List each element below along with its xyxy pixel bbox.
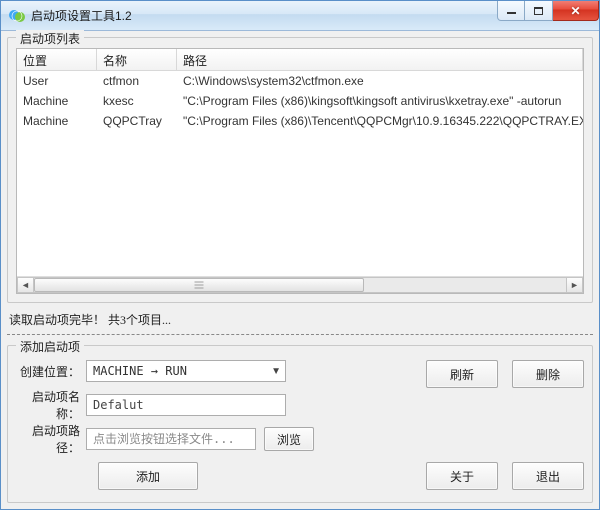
about-button[interactable]: 关于 — [426, 462, 498, 490]
scroll-thumb[interactable] — [34, 278, 364, 292]
list-header[interactable]: 位置 名称 路径 — [17, 49, 583, 71]
list-body[interactable]: UserctfmonC:\Windows\system32\ctfmon.exe… — [17, 71, 583, 276]
window-title: 启动项设置工具1.2 — [31, 7, 132, 24]
cell-location: Machine — [17, 91, 97, 111]
client-area: 启动项列表 位置 名称 路径 UserctfmonC:\Windows\syst… — [7, 37, 593, 503]
location-label: 创建位置： — [16, 363, 86, 380]
add-startup-group: 添加启动项 创建位置： MACHINE → RUN ▼ 启动项名称： — [7, 345, 593, 503]
path-input[interactable] — [86, 428, 256, 450]
startup-list-legend: 启动项列表 — [16, 30, 84, 47]
table-row[interactable]: UserctfmonC:\Windows\system32\ctfmon.exe — [17, 71, 583, 91]
cell-path: C:\Windows\system32\ctfmon.exe — [177, 71, 583, 91]
path-label: 启动项路径： — [16, 422, 86, 456]
cell-path: "C:\Program Files (x86)\kingsoft\kingsof… — [177, 91, 583, 111]
scroll-track[interactable] — [34, 277, 566, 293]
delete-button[interactable]: 删除 — [512, 360, 584, 388]
minimize-button[interactable] — [497, 1, 525, 21]
app-icon — [9, 8, 25, 24]
location-combobox[interactable]: MACHINE → RUN ▼ — [86, 360, 286, 382]
horizontal-scrollbar[interactable]: ◄ ► — [17, 276, 583, 293]
maximize-button[interactable] — [525, 1, 553, 21]
table-row[interactable]: MachineQQPCTray"C:\Program Files (x86)\T… — [17, 111, 583, 131]
name-input[interactable] — [86, 394, 286, 416]
scroll-left-arrow-icon[interactable]: ◄ — [17, 277, 34, 293]
cell-name: kxesc — [97, 91, 177, 111]
add-button[interactable]: 添加 — [98, 462, 198, 490]
window-controls: ✕ — [497, 1, 599, 21]
browse-button[interactable]: 浏览 — [264, 427, 314, 451]
cell-name: QQPCTray — [97, 111, 177, 131]
refresh-button[interactable]: 刷新 — [426, 360, 498, 388]
startup-list-group: 启动项列表 位置 名称 路径 UserctfmonC:\Windows\syst… — [7, 37, 593, 303]
close-button[interactable]: ✕ — [553, 1, 599, 21]
col-name[interactable]: 名称 — [97, 49, 177, 70]
cell-location: Machine — [17, 111, 97, 131]
exit-button[interactable]: 退出 — [512, 462, 584, 490]
col-location[interactable]: 位置 — [17, 49, 97, 70]
startup-list[interactable]: 位置 名称 路径 UserctfmonC:\Windows\system32\c… — [16, 48, 584, 294]
table-row[interactable]: Machinekxesc"C:\Program Files (x86)\king… — [17, 91, 583, 111]
cell-name: ctfmon — [97, 71, 177, 91]
status-text: 读取启动项完毕！ 共3个项目... — [7, 307, 593, 335]
cell-location: User — [17, 71, 97, 91]
col-path[interactable]: 路径 — [177, 49, 583, 70]
location-selected: MACHINE → RUN — [93, 364, 187, 378]
add-startup-legend: 添加启动项 — [16, 338, 84, 355]
name-label: 启动项名称： — [16, 388, 86, 422]
cell-path: "C:\Program Files (x86)\Tencent\QQPCMgr\… — [177, 111, 583, 131]
app-window: 启动项设置工具1.2 ✕ 启动项列表 位置 名称 路径 UserctfmonC:… — [0, 0, 600, 510]
chevron-down-icon: ▼ — [271, 366, 281, 377]
title-bar[interactable]: 启动项设置工具1.2 ✕ — [1, 1, 599, 31]
scroll-right-arrow-icon[interactable]: ► — [566, 277, 583, 293]
